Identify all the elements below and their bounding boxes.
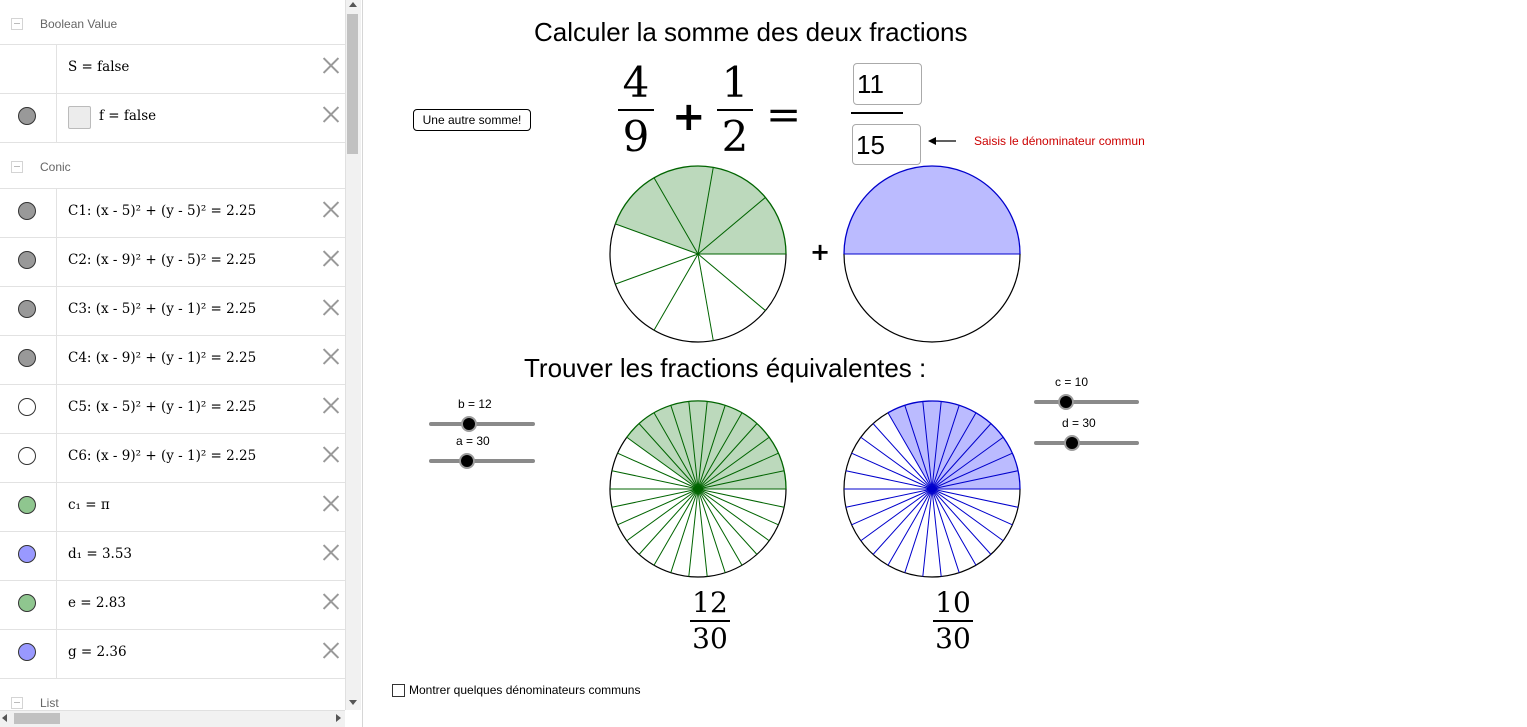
pie-top-right-shaded-sector (844, 166, 1020, 254)
pie-top-left-division-line (615, 253, 699, 285)
pie-bottom-left-division-line (617, 488, 699, 526)
pie-top-left-division-line (697, 253, 766, 311)
pie-bottom-left-division-line (638, 488, 699, 555)
pie-top-left-division-line (653, 253, 699, 331)
hint-arrow-icon (928, 137, 936, 145)
pie-bottom-right-division-line (851, 488, 933, 526)
graphics-drawing (609, 112, 1021, 578)
pie-top-left-division-line (697, 253, 714, 341)
pie-top-right-outline (843, 253, 1021, 343)
pie-bottom-left-division-line (697, 488, 758, 555)
pie-bottom-right-division-line (931, 488, 992, 555)
pie-bottom-right-division-line (931, 488, 1013, 526)
pie-bottom-left-division-line (697, 488, 779, 526)
pie-bottom-right-division-line (872, 488, 933, 555)
